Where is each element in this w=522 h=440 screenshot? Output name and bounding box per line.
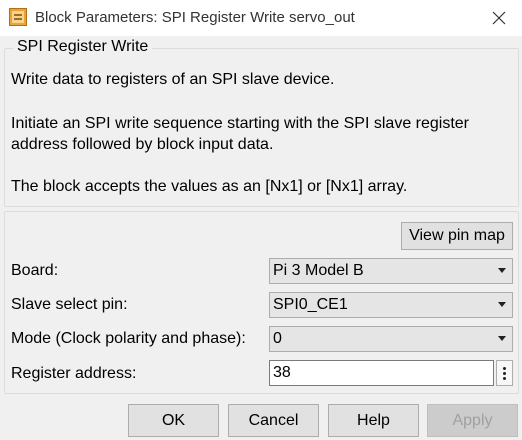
register-address-label: Register address: xyxy=(11,365,137,382)
board-label: Board: xyxy=(11,262,59,279)
close-icon xyxy=(492,11,506,25)
mode-value: 0 xyxy=(273,330,282,347)
title-bar: Block Parameters: SPI Register Write ser… xyxy=(0,0,522,36)
chevron-down-icon xyxy=(498,268,506,273)
apply-button[interactable]: Apply xyxy=(427,404,518,437)
window-title: Block Parameters: SPI Register Write ser… xyxy=(35,9,355,26)
help-button[interactable]: Help xyxy=(328,404,419,437)
description-line: address followed by block input data. xyxy=(11,136,274,153)
cancel-button[interactable]: Cancel xyxy=(228,404,319,437)
parameters-panel: View pin map Board: Pi 3 Model B Slave s… xyxy=(4,211,519,394)
block-parameters-icon xyxy=(9,8,27,26)
board-value: Pi 3 Model B xyxy=(273,262,364,279)
register-address-field[interactable] xyxy=(269,360,494,386)
description-line: The block accepts the values as an [Nx1]… xyxy=(11,178,408,195)
register-address-input[interactable] xyxy=(273,364,488,382)
view-pin-map-button[interactable]: View pin map xyxy=(401,222,513,250)
block-heading: SPI Register Write xyxy=(13,38,153,56)
board-select[interactable]: Pi 3 Model B xyxy=(269,258,513,284)
description-line: Initiate an SPI write sequence starting … xyxy=(11,115,470,132)
close-button[interactable] xyxy=(476,0,522,36)
slave-select-label: Slave select pin: xyxy=(11,296,128,313)
description-group: SPI Register Write Write data to registe… xyxy=(4,38,519,207)
description-line: Write data to registers of an SPI slave … xyxy=(11,71,335,88)
mode-select[interactable]: 0 xyxy=(269,326,513,352)
register-address-menu-button[interactable] xyxy=(496,360,513,386)
mode-label: Mode (Clock polarity and phase): xyxy=(11,330,246,347)
chevron-down-icon xyxy=(498,336,506,341)
slave-select-pin-select[interactable]: SPI0_CE1 xyxy=(269,292,513,318)
ok-button[interactable]: OK xyxy=(128,404,219,437)
chevron-down-icon xyxy=(498,302,506,307)
slave-select-value: SPI0_CE1 xyxy=(273,296,348,313)
